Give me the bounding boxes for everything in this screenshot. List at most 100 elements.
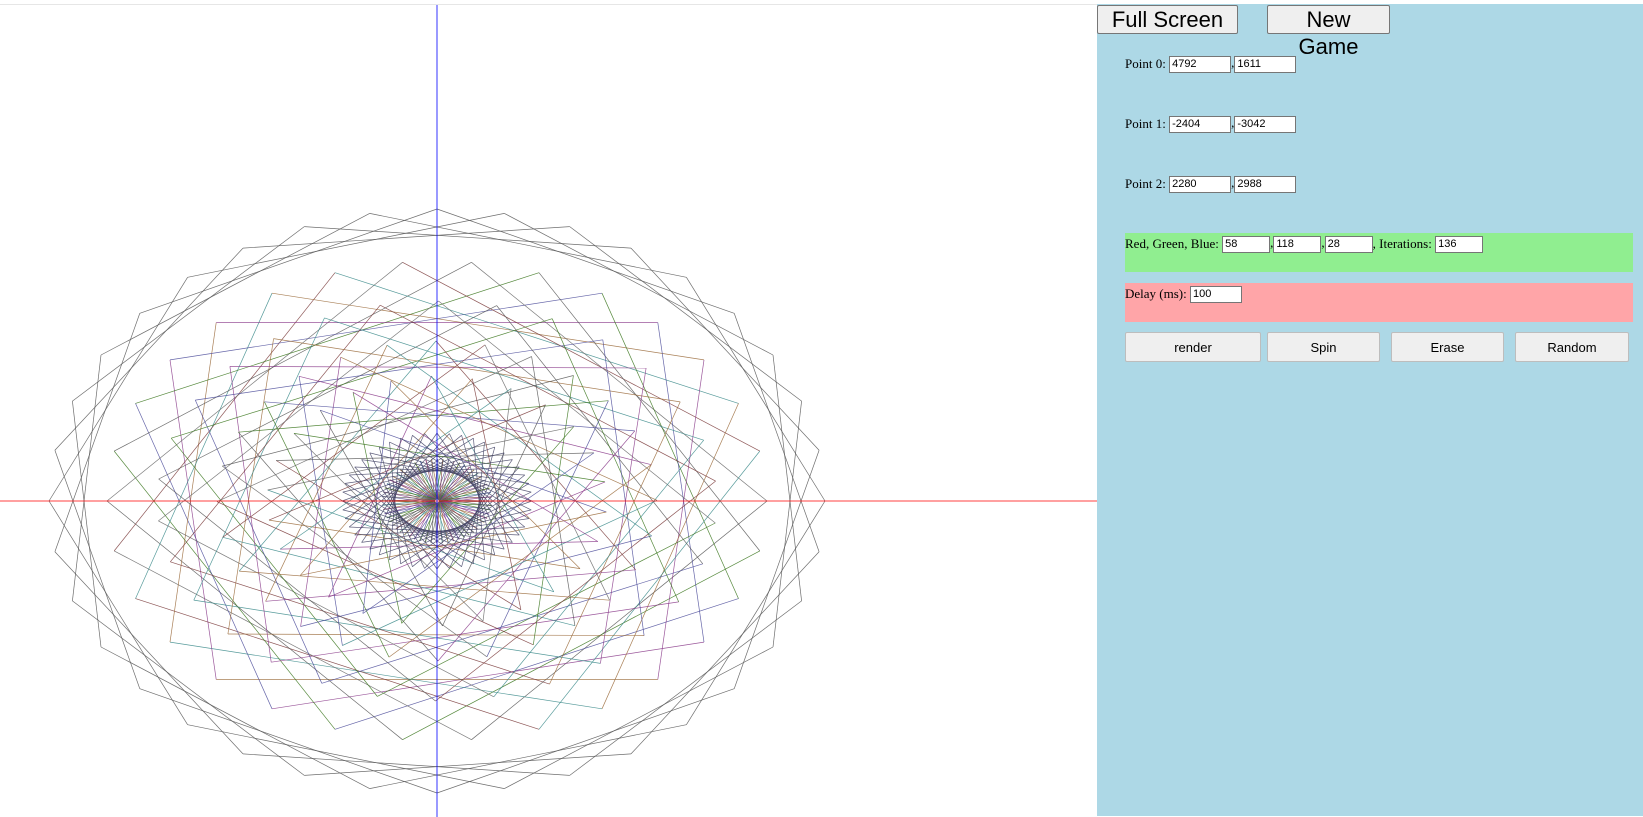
point-2-row: Point 2: ,	[1125, 173, 1297, 193]
spiro-line	[195, 339, 603, 401]
spiro-line	[222, 536, 575, 627]
outer-star-line	[72, 226, 305, 402]
outer-star-line	[100, 213, 370, 356]
spiro-line	[334, 272, 739, 404]
outer-star-line	[72, 401, 102, 648]
spiro-line	[113, 450, 336, 730]
outer-star-line	[242, 753, 570, 776]
point-0-y-input[interactable]	[1234, 55, 1297, 73]
color-settings-box: Red, Green, Blue: ,,, Iterations:	[1125, 233, 1633, 272]
outer-star-line	[304, 226, 632, 249]
point-0-row: Point 0: ,	[1125, 53, 1297, 73]
color-row: Red, Green, Blue: ,,, Iterations:	[1125, 233, 1484, 253]
spiro-line	[114, 261, 472, 452]
control-panel: Full Screen New Game Point 0: , Point 1:…	[1097, 4, 1643, 816]
spiro-line	[222, 344, 486, 538]
outer-star-line	[569, 600, 802, 776]
spiro-line	[193, 599, 601, 664]
iterations-input[interactable]	[1435, 235, 1484, 253]
spiro-line	[271, 601, 679, 663]
outer-star-line	[139, 688, 438, 794]
point-1-x-input[interactable]	[1169, 115, 1232, 133]
spiro-line	[238, 400, 609, 433]
spiro-line	[300, 535, 652, 627]
rgb-label: Red, Green, Blue:	[1125, 236, 1219, 252]
outer-star-line	[436, 208, 735, 314]
delay-input[interactable]	[1189, 285, 1242, 303]
spiro-line	[229, 366, 272, 663]
outer-star-line	[54, 551, 244, 755]
outer-star-line	[100, 646, 370, 789]
spin-button[interactable]: Spin	[1267, 332, 1380, 362]
full-screen-button[interactable]: Full Screen	[1097, 5, 1238, 34]
spiro-line	[601, 293, 739, 599]
spiro-line	[471, 262, 768, 502]
spiro-line	[170, 437, 378, 697]
outer-star-line	[369, 724, 687, 789]
spiro-line	[271, 641, 705, 710]
point-2-label: Point 2:	[1125, 176, 1166, 192]
delay-settings-box: Delay (ms):	[1125, 283, 1633, 322]
outer-star-line	[630, 551, 820, 755]
spiro-line	[171, 318, 553, 439]
spiro-line	[601, 403, 739, 709]
spiro-line	[169, 322, 217, 643]
outer-star-line	[304, 753, 632, 776]
render-button[interactable]: render	[1125, 332, 1261, 362]
spiro-line	[388, 464, 652, 658]
outer-star-line	[48, 277, 188, 502]
point-0-x-input[interactable]	[1169, 55, 1232, 73]
point-2-x-input[interactable]	[1169, 175, 1232, 193]
spiro-line	[324, 317, 704, 441]
spiro-line	[106, 262, 403, 502]
spiro-line	[135, 403, 273, 709]
spiro-line	[169, 641, 603, 710]
spirograph-drawing	[0, 5, 1097, 817]
spiro-line	[496, 305, 704, 565]
new-game-button[interactable]: New Game	[1267, 5, 1390, 59]
outer-star-line	[54, 313, 141, 552]
outer-star-line	[436, 688, 735, 794]
point-0-label: Point 0:	[1125, 56, 1166, 72]
spiro-line	[135, 272, 540, 404]
point-2-y-input[interactable]	[1234, 175, 1297, 193]
spiro-line	[538, 272, 761, 552]
spiro-line	[229, 366, 647, 369]
outer-star-line	[187, 724, 505, 789]
green-input[interactable]	[1273, 235, 1322, 253]
spiro-line	[471, 500, 768, 740]
outer-star-line	[569, 226, 802, 402]
outer-star-line	[369, 213, 687, 278]
spiro-line	[273, 338, 681, 403]
point-1-row: Point 1: ,	[1125, 113, 1297, 133]
outer-star-line	[686, 277, 826, 502]
spiro-line	[602, 339, 645, 636]
spiro-line	[538, 450, 761, 730]
delay-label: Delay (ms):	[1125, 286, 1187, 302]
outer-star-line	[504, 213, 774, 356]
spiro-line	[169, 292, 603, 361]
point-1-y-input[interactable]	[1234, 115, 1297, 133]
outer-star-line	[54, 247, 244, 451]
spiro-line	[319, 410, 443, 627]
outer-star-line	[242, 226, 570, 249]
outer-star-line	[504, 646, 774, 789]
spiro-line	[222, 375, 574, 467]
outer-star-line	[187, 213, 505, 278]
spiro-line	[321, 563, 703, 684]
random-button[interactable]: Random	[1515, 332, 1629, 362]
outer-star-line	[733, 450, 820, 689]
point-1-label: Point 1:	[1125, 116, 1166, 132]
delay-row: Delay (ms):	[1125, 283, 1242, 303]
red-input[interactable]	[1222, 235, 1271, 253]
spiro-line	[402, 261, 760, 452]
erase-button[interactable]: Erase	[1391, 332, 1504, 362]
spiro-line	[299, 375, 652, 466]
blue-input[interactable]	[1324, 235, 1373, 253]
spiro-line	[431, 375, 555, 592]
spiro-line	[271, 292, 705, 361]
spiro-line	[170, 561, 550, 685]
outer-star-line	[630, 247, 820, 451]
spiro-line	[135, 293, 273, 599]
drawing-canvas[interactable]	[0, 4, 1097, 817]
